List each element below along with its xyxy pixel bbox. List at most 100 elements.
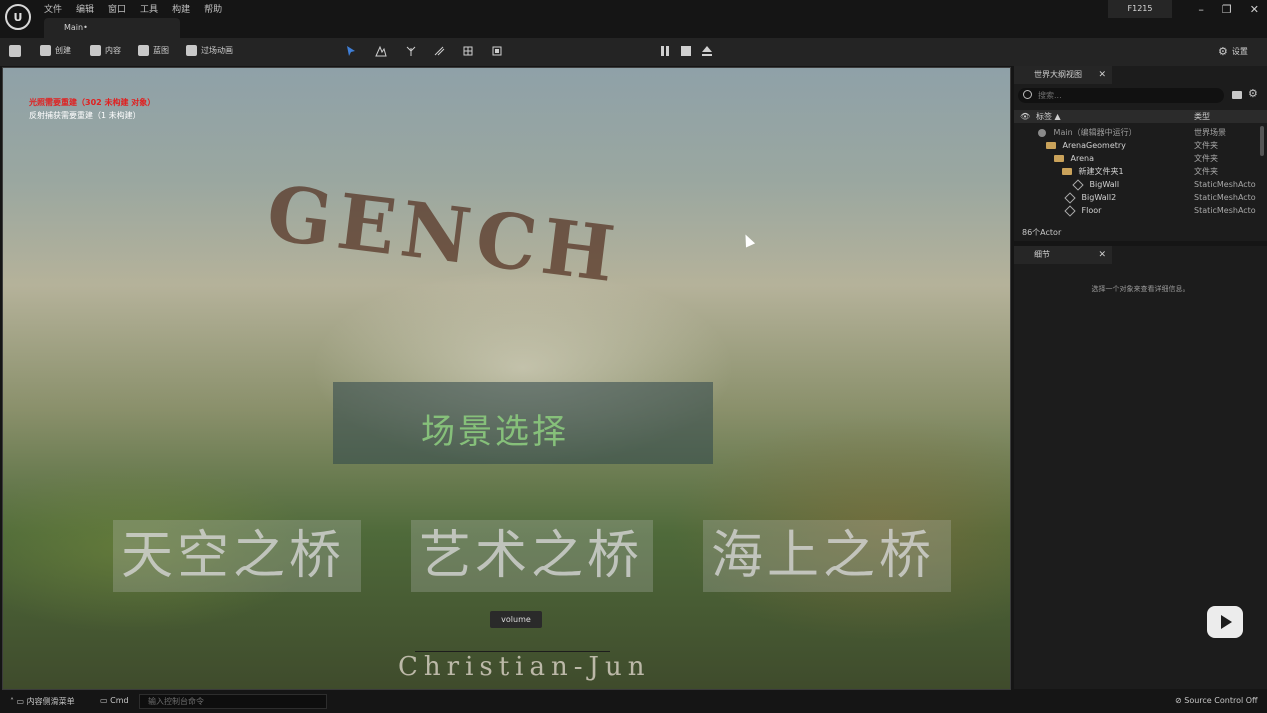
- create-button[interactable]: 创建: [40, 45, 71, 56]
- level-tab[interactable]: Main•: [44, 18, 180, 38]
- outliner-row-type: StaticMeshActo: [1194, 180, 1256, 189]
- menu-file[interactable]: 文件: [44, 2, 62, 15]
- column-type[interactable]: 类型: [1194, 110, 1210, 123]
- blueprint-icon: [138, 45, 149, 56]
- tab-world-outliner[interactable]: 世界大纲视图 ✕: [1014, 66, 1112, 84]
- landscape-mode-icon[interactable]: [375, 45, 387, 57]
- static-mesh-icon: [1064, 204, 1076, 217]
- outliner-row-type: StaticMeshActo: [1194, 193, 1256, 202]
- outliner-row-name: ArenaGeometry: [1062, 141, 1126, 150]
- scene-select-panel: 场景选择: [333, 382, 713, 464]
- outliner-row-name: Arena: [1070, 154, 1095, 163]
- unreal-logo-icon[interactable]: U: [5, 4, 31, 30]
- world-icon: [1038, 128, 1046, 137]
- gench-logo-text: GENCH: [262, 168, 625, 300]
- outliner-row[interactable]: BigWall StaticMeshActo: [1072, 178, 1267, 191]
- brush-edit-icon[interactable]: [491, 45, 503, 57]
- mesh-paint-icon[interactable]: [433, 45, 445, 57]
- sea-bridge-button[interactable]: 海上之桥: [703, 520, 951, 592]
- reflection-rebuild-warning: 反射捕获需要重建（1 未构建）: [29, 111, 141, 120]
- restore-icon[interactable]: ❐: [1222, 3, 1232, 16]
- console-command-input[interactable]: 输入控制台命令: [139, 694, 327, 709]
- content-button[interactable]: 内容: [90, 45, 121, 56]
- outliner-tab-label: 世界大纲视图: [1034, 70, 1082, 79]
- create-label: 创建: [55, 46, 71, 55]
- outliner-row[interactable]: BigWall2 StaticMeshActo: [1064, 191, 1267, 204]
- level-viewport[interactable]: 光照需要重建（302 未构建 对象） 反射捕获需要重建（1 未构建） GENCH…: [3, 68, 1010, 689]
- outliner-row-name: Floor: [1081, 206, 1102, 215]
- folder-icon: [1062, 168, 1072, 175]
- close-icon[interactable]: ✕: [1098, 246, 1106, 264]
- close-icon[interactable]: ✕: [1098, 66, 1106, 84]
- gear-icon[interactable]: ⚙: [1248, 87, 1258, 100]
- outliner-row[interactable]: 新建文件夹1 文件夹: [1062, 165, 1267, 178]
- author-credit: Christian-Jun: [398, 652, 651, 682]
- scene-select-title: 场景选择: [421, 412, 569, 452]
- lighting-rebuild-warning: 光照需要重建（302 未构建 对象）: [29, 98, 156, 107]
- new-folder-icon[interactable]: [1232, 91, 1242, 99]
- cinematics-label: 过场动画: [201, 46, 233, 55]
- tab-details[interactable]: 细节 ✕: [1014, 246, 1112, 264]
- content-drawer-label: 内容侧滑菜单: [26, 697, 75, 706]
- folder-icon: [1046, 142, 1056, 149]
- outliner-row-name: 新建文件夹1: [1078, 167, 1124, 176]
- foliage-mode-icon[interactable]: [405, 45, 417, 57]
- outliner-column-header: 👁 标签 ▲ 类型: [1014, 110, 1267, 123]
- fracture-icon[interactable]: [462, 45, 474, 57]
- cmd-label: Cmd: [110, 696, 129, 705]
- outliner-row-type: StaticMeshActo: [1194, 206, 1256, 215]
- clapper-icon: [186, 45, 197, 56]
- stop-icon[interactable]: [681, 46, 691, 56]
- video-play-icon: [1207, 606, 1243, 638]
- project-name: F1215: [1108, 0, 1172, 18]
- details-empty-hint: 选择一个对象来查看详细信息。: [1091, 285, 1190, 293]
- details-tab-label: 细节: [1034, 250, 1050, 259]
- settings-button[interactable]: ⚙ 设置: [1218, 45, 1248, 58]
- static-mesh-icon: [1072, 178, 1084, 191]
- blueprint-label: 蓝图: [153, 46, 169, 55]
- column-label[interactable]: 标签 ▲: [1036, 110, 1061, 123]
- outliner-row[interactable]: Main（编辑器中运行） 世界场景: [1038, 126, 1267, 139]
- close-icon[interactable]: ✕: [1250, 3, 1259, 16]
- save-button[interactable]: [9, 45, 21, 57]
- menu-tools[interactable]: 工具: [140, 2, 158, 15]
- menu-window[interactable]: 窗口: [108, 2, 126, 15]
- blueprint-button[interactable]: 蓝图: [138, 45, 169, 56]
- actor-count: 86个Actor: [1014, 226, 1267, 240]
- chevron-up-icon: ˄ ▭: [10, 697, 27, 706]
- outliner-search-input[interactable]: 搜索...: [1018, 88, 1224, 103]
- save-icon: [9, 45, 21, 57]
- content-icon: [90, 45, 101, 56]
- outliner-scrollbar[interactable]: [1260, 126, 1264, 156]
- select-mode-icon[interactable]: [345, 45, 357, 57]
- source-control-icon: ⊘: [1175, 696, 1185, 705]
- eject-icon[interactable]: [702, 46, 712, 56]
- cinematics-button[interactable]: 过场动画: [186, 45, 233, 56]
- pause-icon[interactable]: [660, 46, 670, 56]
- create-icon: [40, 45, 51, 56]
- sky-bridge-button[interactable]: 天空之桥: [113, 520, 361, 592]
- static-mesh-icon: [1064, 191, 1076, 204]
- source-control-button[interactable]: ⊘ Source Control Off: [1175, 696, 1258, 705]
- search-icon: [1023, 90, 1032, 99]
- outliner-row[interactable]: Floor StaticMeshActo: [1064, 204, 1267, 217]
- menu-build[interactable]: 构建: [172, 2, 190, 15]
- cmd-button[interactable]: ▭ Cmd: [100, 696, 129, 705]
- eye-icon[interactable]: 👁: [1020, 110, 1030, 123]
- outliner-row-name: Main（编辑器中运行）: [1053, 128, 1137, 137]
- outliner-row-type: 文件夹: [1194, 141, 1218, 150]
- menu-edit[interactable]: 编辑: [76, 2, 94, 15]
- menu-help[interactable]: 帮助: [204, 2, 222, 15]
- art-bridge-button[interactable]: 艺术之桥: [411, 520, 653, 592]
- mouse-cursor-icon: [740, 232, 756, 248]
- content-drawer-button[interactable]: ˄ ▭ 内容侧滑菜单: [10, 696, 75, 707]
- outliner-row-type: 世界场景: [1194, 128, 1226, 137]
- minimize-icon[interactable]: –: [1198, 3, 1204, 16]
- window-controls: – ❐ ✕: [1198, 3, 1259, 16]
- outliner-row[interactable]: Arena 文件夹: [1054, 152, 1267, 165]
- outliner-row[interactable]: ArenaGeometry 文件夹: [1046, 139, 1267, 152]
- menu-bar: 文件 编辑 窗口 工具 构建 帮助: [44, 2, 222, 15]
- world-outliner-panel: 世界大纲视图 ✕ 搜索... ⚙ 👁 标签 ▲ 类型 Main（编辑器中运行） …: [1014, 66, 1267, 241]
- title-bar: U 文件 编辑 窗口 工具 构建 帮助 Main• F1215 – ❐ ✕: [0, 0, 1267, 38]
- folder-icon: [1054, 155, 1064, 162]
